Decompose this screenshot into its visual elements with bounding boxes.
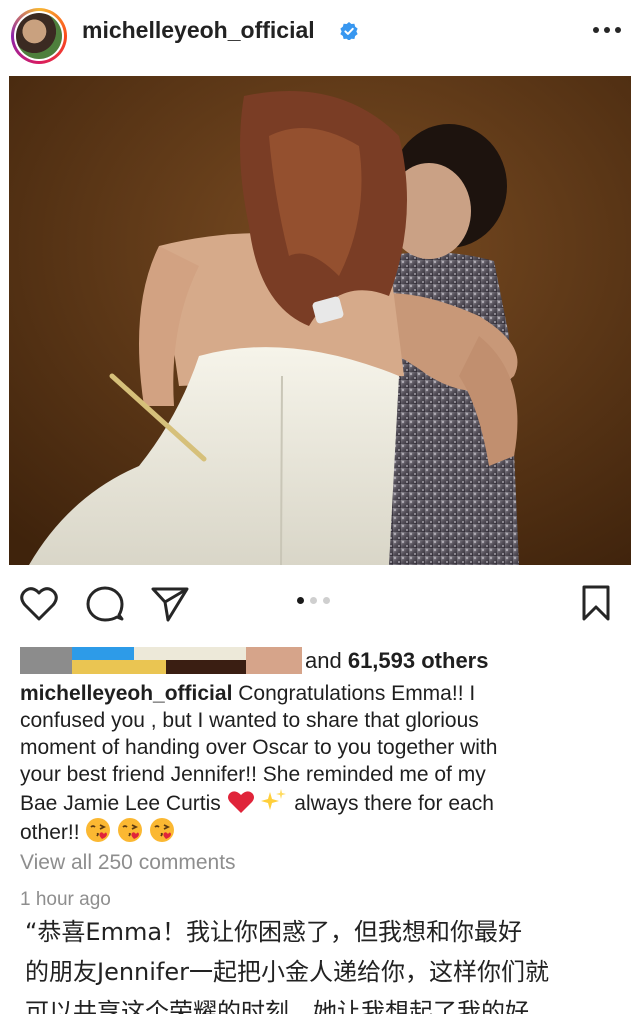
photo-illustration <box>9 76 631 565</box>
translation-line-3: 可以共享这个荣耀的时刻，她让我想起了我的好 <box>25 998 529 1014</box>
carousel-dot <box>297 597 304 604</box>
avatar-image <box>16 13 62 59</box>
face-blowing-kiss-emoji <box>86 818 111 842</box>
send-icon[interactable] <box>150 585 190 623</box>
red-heart-emoji <box>227 791 254 813</box>
likes-row[interactable]: and 61,593 others <box>20 645 620 675</box>
carousel-indicator <box>297 597 330 604</box>
likes-count[interactable]: 61,593 <box>348 648 415 673</box>
caption-text-2: confused you , but I wanted to share tha… <box>20 709 479 732</box>
post-timestamp: 1 hour ago <box>20 889 111 910</box>
bookmark-icon[interactable] <box>580 584 612 622</box>
translation-line-2: 的朋友Jennifer一起把小金人递给你，这样你们就 <box>25 958 550 986</box>
liked-by-avatars <box>20 647 302 674</box>
carousel-dot <box>310 597 317 604</box>
face-blowing-kiss-emoji <box>118 818 143 842</box>
instagram-post: michelleyeoh_official and 61,593 others … <box>0 0 640 1014</box>
chinese-translation: “恭喜Emma！我让你困惑了，但我想和你最好 的朋友Jennifer一起把小金人… <box>25 912 625 1014</box>
caption-text-1: Congratulations Emma!! I <box>232 682 476 705</box>
caption-text-4: your best friend Jennifer!! She reminded… <box>20 763 486 786</box>
post-caption: michelleyeoh_official Congratulations Em… <box>20 680 620 846</box>
post-header: michelleyeoh_official <box>0 0 640 68</box>
view-all-comments-link[interactable]: View all 250 comments <box>20 851 236 875</box>
story-ring[interactable] <box>11 8 67 64</box>
translation-line-1: “恭喜Emma！我让你困惑了，但我想和你最好 <box>25 918 523 946</box>
username[interactable]: michelleyeoh_official <box>82 17 315 44</box>
sparkles-emoji <box>261 789 287 810</box>
face-blowing-kiss-emoji <box>150 818 175 842</box>
verified-badge-icon <box>340 22 358 40</box>
caption-text-6: always there for each <box>288 792 494 815</box>
likes-prefix: and <box>305 648 348 673</box>
comment-icon[interactable] <box>85 585 125 623</box>
heart-icon[interactable] <box>19 585 59 623</box>
post-photo[interactable] <box>9 76 631 565</box>
carousel-dot <box>323 597 330 604</box>
more-options-icon[interactable] <box>590 20 624 40</box>
caption-text-3: moment of handing over Oscar to you toge… <box>20 736 498 759</box>
caption-username[interactable]: michelleyeoh_official <box>20 682 232 705</box>
likes-suffix[interactable]: others <box>415 648 488 673</box>
caption-text-7: other!! <box>20 821 86 844</box>
caption-text-5: Bae Jamie Lee Curtis <box>20 792 221 815</box>
likes-count-text: and 61,593 others <box>305 648 488 674</box>
avatar[interactable] <box>14 11 64 61</box>
